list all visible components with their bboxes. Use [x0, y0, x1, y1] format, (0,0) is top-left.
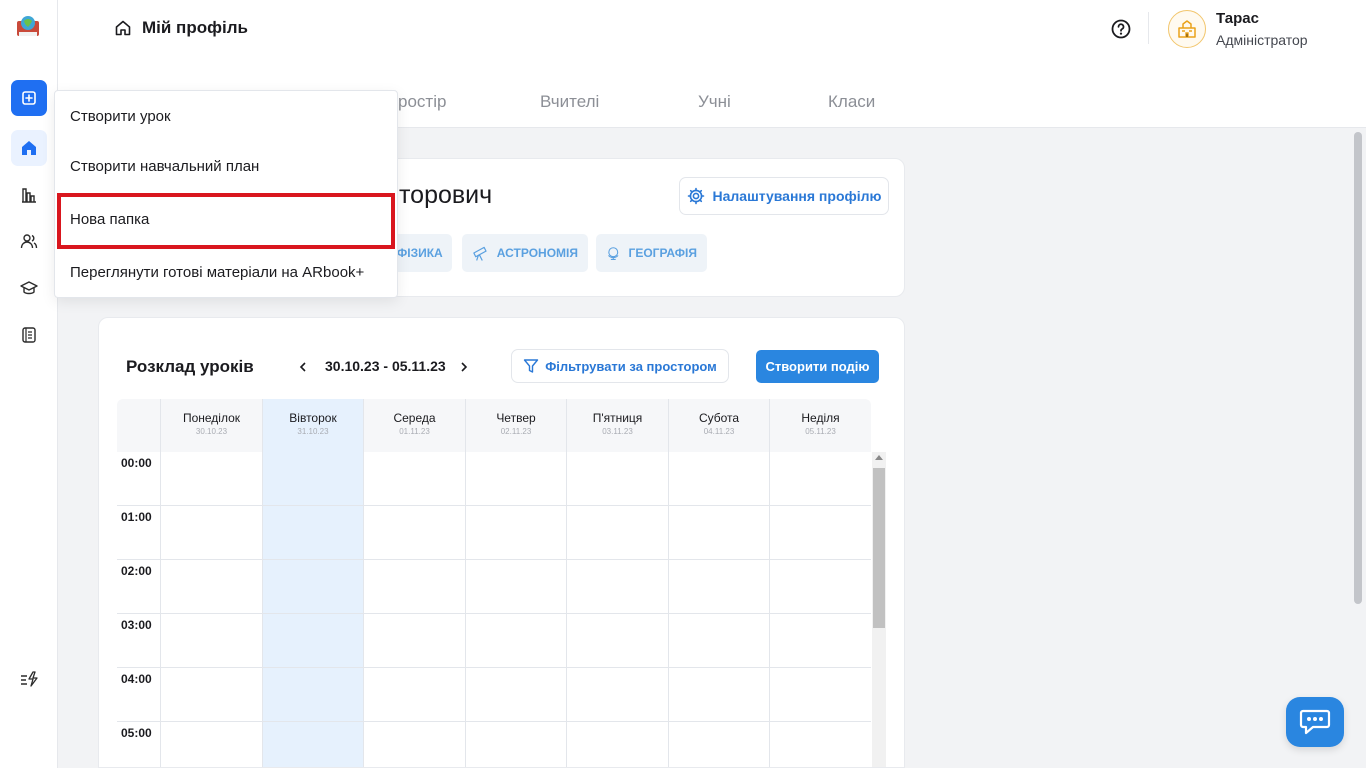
hour-label: 05:00 — [121, 726, 152, 740]
breadcrumb: Мій профіль — [114, 18, 248, 38]
telescope-icon — [473, 246, 487, 261]
sidebar — [0, 0, 58, 768]
filter-icon — [524, 359, 539, 373]
page-scrollbar[interactable] — [1354, 132, 1362, 604]
day-date: 01.11.23 — [399, 427, 430, 436]
scroll-thumb[interactable] — [873, 468, 885, 628]
user-role: Адміністратор — [1216, 32, 1308, 48]
sidebar-item-statistics[interactable] — [11, 177, 47, 213]
schedule-card: Розклад уроків 30.10.23 - 05.11.23 Фільт… — [98, 317, 905, 768]
lightning-list-icon — [21, 671, 38, 687]
grid-row-line — [117, 667, 871, 668]
day-date: 31.10.23 — [297, 427, 329, 436]
day-name: Неділя — [801, 411, 840, 425]
tab-teachers[interactable]: Вчителі — [540, 92, 599, 112]
day-name: Середа — [393, 411, 436, 425]
subject-label: АСТРОНОМІЯ — [496, 246, 578, 260]
filter-label: Фільтрувати за простором — [545, 358, 717, 374]
menu-item-arbook-materials[interactable]: Переглянути готові матеріали на ARbook+ — [70, 264, 364, 281]
plus-icon — [22, 91, 36, 105]
hour-label: 02:00 — [121, 564, 152, 578]
subject-label: ГЕОГРАФІЯ — [628, 246, 697, 260]
chevron-left-icon — [299, 362, 306, 372]
day-date: 30.10.23 — [195, 427, 228, 436]
tab-space[interactable]: ростір — [398, 92, 446, 112]
highlight-box — [57, 193, 395, 249]
help-icon[interactable] — [1110, 18, 1132, 40]
day-header-row: Понеділок 30.10.23 Вівторок 31.10.23 Середа 0… — [117, 399, 871, 452]
chat-button[interactable] — [1286, 697, 1344, 747]
profile-settings-label: Налаштування профілю — [712, 188, 882, 204]
tab-students[interactable]: Учні — [698, 92, 731, 112]
next-week-button[interactable] — [456, 358, 472, 376]
day-name: Вівторок — [289, 411, 337, 425]
scroll-up-arrow[interactable] — [875, 455, 883, 460]
graduation-cap-icon — [20, 281, 38, 295]
day-column-header: Субота 04.11.23 — [667, 399, 770, 452]
notebook-icon — [22, 327, 36, 343]
day-name: Субота — [698, 411, 740, 425]
create-menu: Створити урок Створити навчальний план Н… — [54, 90, 398, 298]
sidebar-item-journal[interactable] — [11, 317, 47, 353]
grid-row-line — [117, 613, 871, 614]
sidebar-item-users[interactable] — [11, 223, 47, 259]
menu-item-create-lesson[interactable]: Створити урок — [70, 108, 171, 125]
day-column-header: Неділя 05.11.23 — [769, 399, 871, 452]
globe-icon — [608, 247, 619, 260]
day-column-header: Вівторок 31.10.23 — [261, 399, 364, 452]
day-date: 02.11.23 — [500, 427, 532, 436]
date-range: 30.10.23 - 05.11.23 — [325, 358, 446, 374]
schedule-title: Розклад уроків — [126, 357, 254, 376]
grid-row-line — [117, 721, 871, 722]
gear-icon — [687, 187, 704, 205]
day-date: 04.11.23 — [703, 427, 735, 436]
prev-week-button[interactable] — [295, 358, 311, 376]
schedule-grid: 00:00 01:00 02:00 03:00 04:00 05:00 — [117, 452, 871, 767]
users-icon — [20, 234, 38, 249]
grid-row-line — [117, 559, 871, 560]
subject-chip-geography: ГЕОГРАФІЯ — [596, 234, 707, 272]
sidebar-item-updates[interactable] — [11, 661, 47, 697]
school-icon — [1178, 20, 1196, 38]
home-icon — [22, 141, 36, 155]
hour-label: 04:00 — [121, 672, 152, 686]
day-column-header: Середа 01.11.23 — [363, 399, 465, 452]
sidebar-item-classes[interactable] — [11, 270, 47, 306]
profile-settings-button[interactable]: Налаштування профілю — [679, 177, 889, 215]
chart-bar-icon — [22, 188, 36, 203]
profile-name: торович — [399, 181, 493, 209]
day-column-header: Понеділок 30.10.23 — [160, 399, 262, 452]
avatar[interactable] — [1168, 10, 1206, 48]
filter-by-space-button[interactable]: Фільтрувати за простором — [511, 349, 729, 383]
create-button[interactable] — [11, 80, 47, 116]
grid-row-line — [117, 505, 871, 506]
day-column-header: П'ятниця 03.11.23 — [566, 399, 668, 452]
schedule-scrollbar[interactable] — [872, 452, 886, 767]
day-name: Четвер — [496, 411, 536, 425]
chevron-right-icon — [461, 362, 468, 372]
subject-chip-astronomy: АСТРОНОМІЯ — [462, 234, 588, 272]
day-date: 03.11.23 — [602, 427, 633, 436]
hour-label: 01:00 — [121, 510, 152, 524]
chat-bubble-icon — [1299, 709, 1331, 735]
home-outline-icon[interactable] — [114, 19, 132, 37]
day-column-header: Четвер 02.11.23 — [464, 399, 567, 452]
subject-chip-physics: ФІЗИКА — [389, 234, 452, 272]
day-name: Понеділок — [182, 411, 241, 425]
page-title: Мій профіль — [142, 18, 248, 37]
create-event-button[interactable]: Створити подію — [756, 350, 879, 383]
user-name[interactable]: Тарас — [1216, 10, 1259, 27]
logo-icon[interactable] — [14, 12, 42, 40]
hour-label: 03:00 — [121, 618, 152, 632]
day-name: П'ятниця — [592, 411, 643, 425]
hour-label: 00:00 — [121, 456, 152, 470]
subject-label: ФІЗИКА — [397, 246, 443, 260]
tab-classes[interactable]: Класи — [828, 92, 875, 112]
sidebar-item-home[interactable] — [11, 130, 47, 166]
menu-item-create-curriculum[interactable]: Створити навчальний план — [70, 158, 259, 175]
header-divider — [1148, 12, 1149, 44]
day-date: 05.11.23 — [805, 427, 836, 436]
